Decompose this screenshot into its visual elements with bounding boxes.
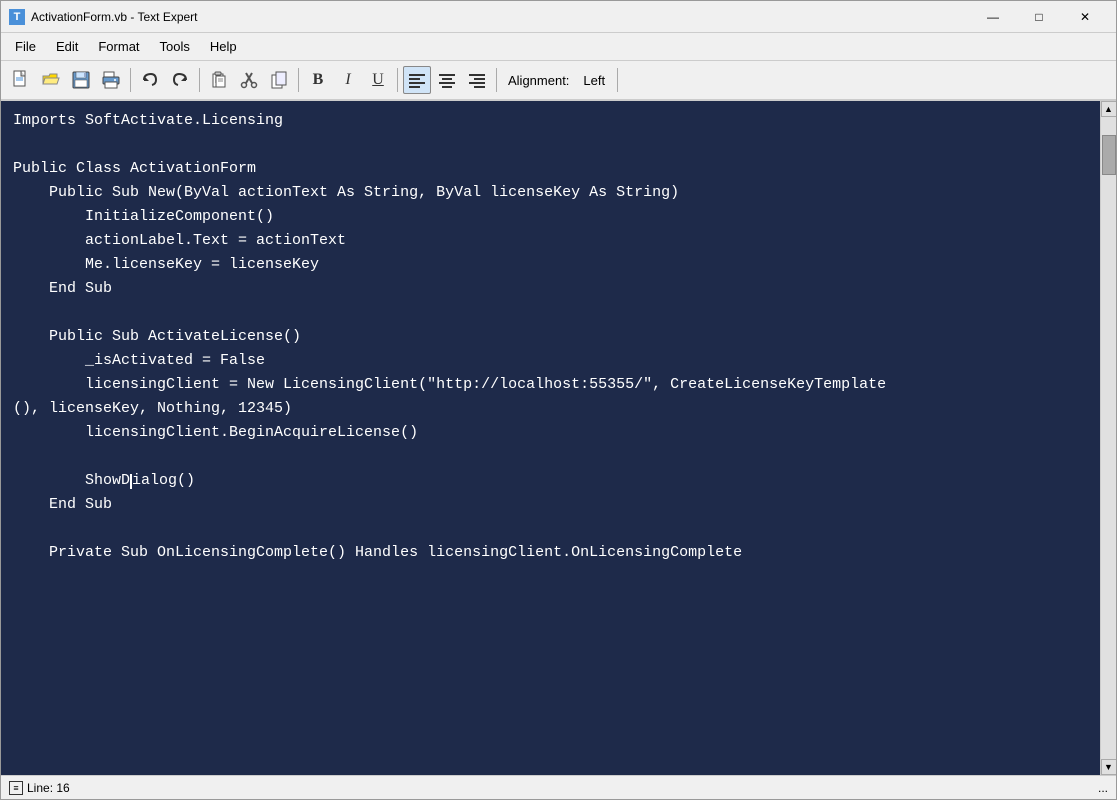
separator-5 xyxy=(496,68,497,92)
save-icon xyxy=(71,70,91,90)
window-controls: — □ ✕ xyxy=(970,1,1108,33)
minimize-button[interactable]: — xyxy=(970,1,1016,33)
open-button[interactable] xyxy=(37,66,65,94)
status-left: ≡ Line: 16 xyxy=(9,781,70,795)
align-center-button[interactable] xyxy=(433,66,461,94)
redo-button[interactable] xyxy=(166,66,194,94)
underline-button[interactable]: U xyxy=(364,66,392,94)
status-bar: ≡ Line: 16 ... xyxy=(1,775,1116,799)
redo-icon xyxy=(170,70,190,90)
menu-format[interactable]: Format xyxy=(88,35,149,58)
status-icon: ≡ xyxy=(9,781,23,795)
editor-area: Imports SoftActivate.Licensing Public Cl… xyxy=(1,101,1116,775)
code-editor[interactable]: Imports SoftActivate.Licensing Public Cl… xyxy=(1,101,1100,775)
align-right-icon xyxy=(467,70,487,90)
undo-icon xyxy=(140,70,160,90)
text-cursor xyxy=(130,474,132,489)
status-right: ... xyxy=(1098,781,1108,795)
italic-button[interactable]: I xyxy=(334,66,362,94)
scroll-down-arrow[interactable]: ▼ xyxy=(1101,759,1117,775)
undo-button[interactable] xyxy=(136,66,164,94)
align-center-icon xyxy=(437,70,457,90)
separator-1 xyxy=(130,68,131,92)
clipboard-icon xyxy=(209,70,229,90)
menu-help[interactable]: Help xyxy=(200,35,247,58)
menu-tools[interactable]: Tools xyxy=(150,35,200,58)
new-button[interactable] xyxy=(7,66,35,94)
alignment-label: Alignment: xyxy=(502,73,575,88)
scroll-thumb[interactable] xyxy=(1102,135,1116,175)
cut-button[interactable] xyxy=(235,66,263,94)
menu-file[interactable]: File xyxy=(5,35,46,58)
print-icon xyxy=(101,70,121,90)
status-line: Line: 16 xyxy=(27,781,70,795)
title-bar: T ActivationForm.vb - Text Expert — □ ✕ xyxy=(1,1,1116,33)
clipboard-button[interactable] xyxy=(205,66,233,94)
align-left-icon xyxy=(407,70,427,90)
main-window: T ActivationForm.vb - Text Expert — □ ✕ … xyxy=(0,0,1117,800)
menu-bar: File Edit Format Tools Help xyxy=(1,33,1116,61)
copy-icon xyxy=(269,70,289,90)
separator-6 xyxy=(617,68,618,92)
vertical-scrollbar[interactable]: ▲ ▼ xyxy=(1100,101,1116,775)
align-left-button[interactable] xyxy=(403,66,431,94)
toolbar: B I U xyxy=(1,61,1116,101)
maximize-button[interactable]: □ xyxy=(1016,1,1062,33)
separator-4 xyxy=(397,68,398,92)
window-title: ActivationForm.vb - Text Expert xyxy=(31,10,970,24)
close-button[interactable]: ✕ xyxy=(1062,1,1108,33)
menu-edit[interactable]: Edit xyxy=(46,35,88,58)
alignment-value: Left xyxy=(577,73,611,88)
new-icon xyxy=(11,70,31,90)
save-button[interactable] xyxy=(67,66,95,94)
scroll-up-arrow[interactable]: ▲ xyxy=(1101,101,1117,117)
open-icon xyxy=(41,70,61,90)
separator-2 xyxy=(199,68,200,92)
print-button[interactable] xyxy=(97,66,125,94)
align-right-button[interactable] xyxy=(463,66,491,94)
cut-icon xyxy=(239,70,259,90)
separator-3 xyxy=(298,68,299,92)
copy-button[interactable] xyxy=(265,66,293,94)
bold-button[interactable]: B xyxy=(304,66,332,94)
app-icon: T xyxy=(9,9,25,25)
